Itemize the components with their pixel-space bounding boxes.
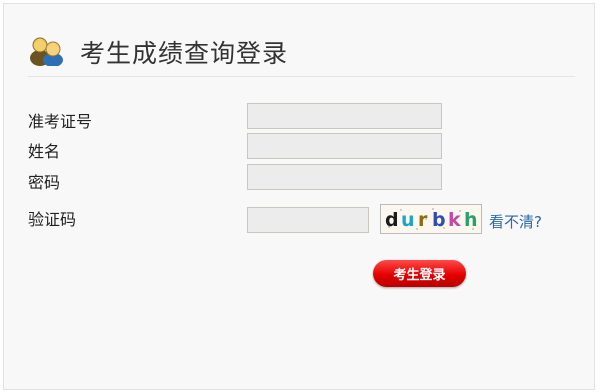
captcha-char: h <box>464 209 478 231</box>
captcha-field[interactable] <box>247 207 369 233</box>
page-title: 考生成绩查询登录 <box>80 39 289 68</box>
captcha-svg: d u r b k h <box>385 208 478 231</box>
ticket-number-label: 准考证号 <box>28 112 93 131</box>
password-label: 密码 <box>28 173 61 192</box>
captcha-char: r <box>418 209 428 231</box>
captcha-char: k <box>448 209 461 231</box>
captcha-char: d <box>385 209 399 231</box>
captcha-image[interactable]: d u r b k h <box>380 204 482 234</box>
login-panel: 考生成绩查询登录 准考证号 姓名 密码 验证码 d u r b k h 看不清?… <box>3 3 595 390</box>
login-button[interactable]: 考生登录 <box>373 260 466 287</box>
captcha-label: 验证码 <box>28 210 77 229</box>
captcha-char: b <box>432 209 446 231</box>
ticket-number-field[interactable] <box>247 103 442 129</box>
users-icon <box>28 34 66 67</box>
header-divider <box>28 76 575 77</box>
name-label: 姓名 <box>28 142 61 161</box>
captcha-char: u <box>401 209 415 231</box>
refresh-captcha-link[interactable]: 看不清? <box>489 211 542 232</box>
header: 考生成绩查询登录 <box>4 4 594 80</box>
name-field[interactable] <box>247 133 442 159</box>
password-field[interactable] <box>247 164 442 190</box>
